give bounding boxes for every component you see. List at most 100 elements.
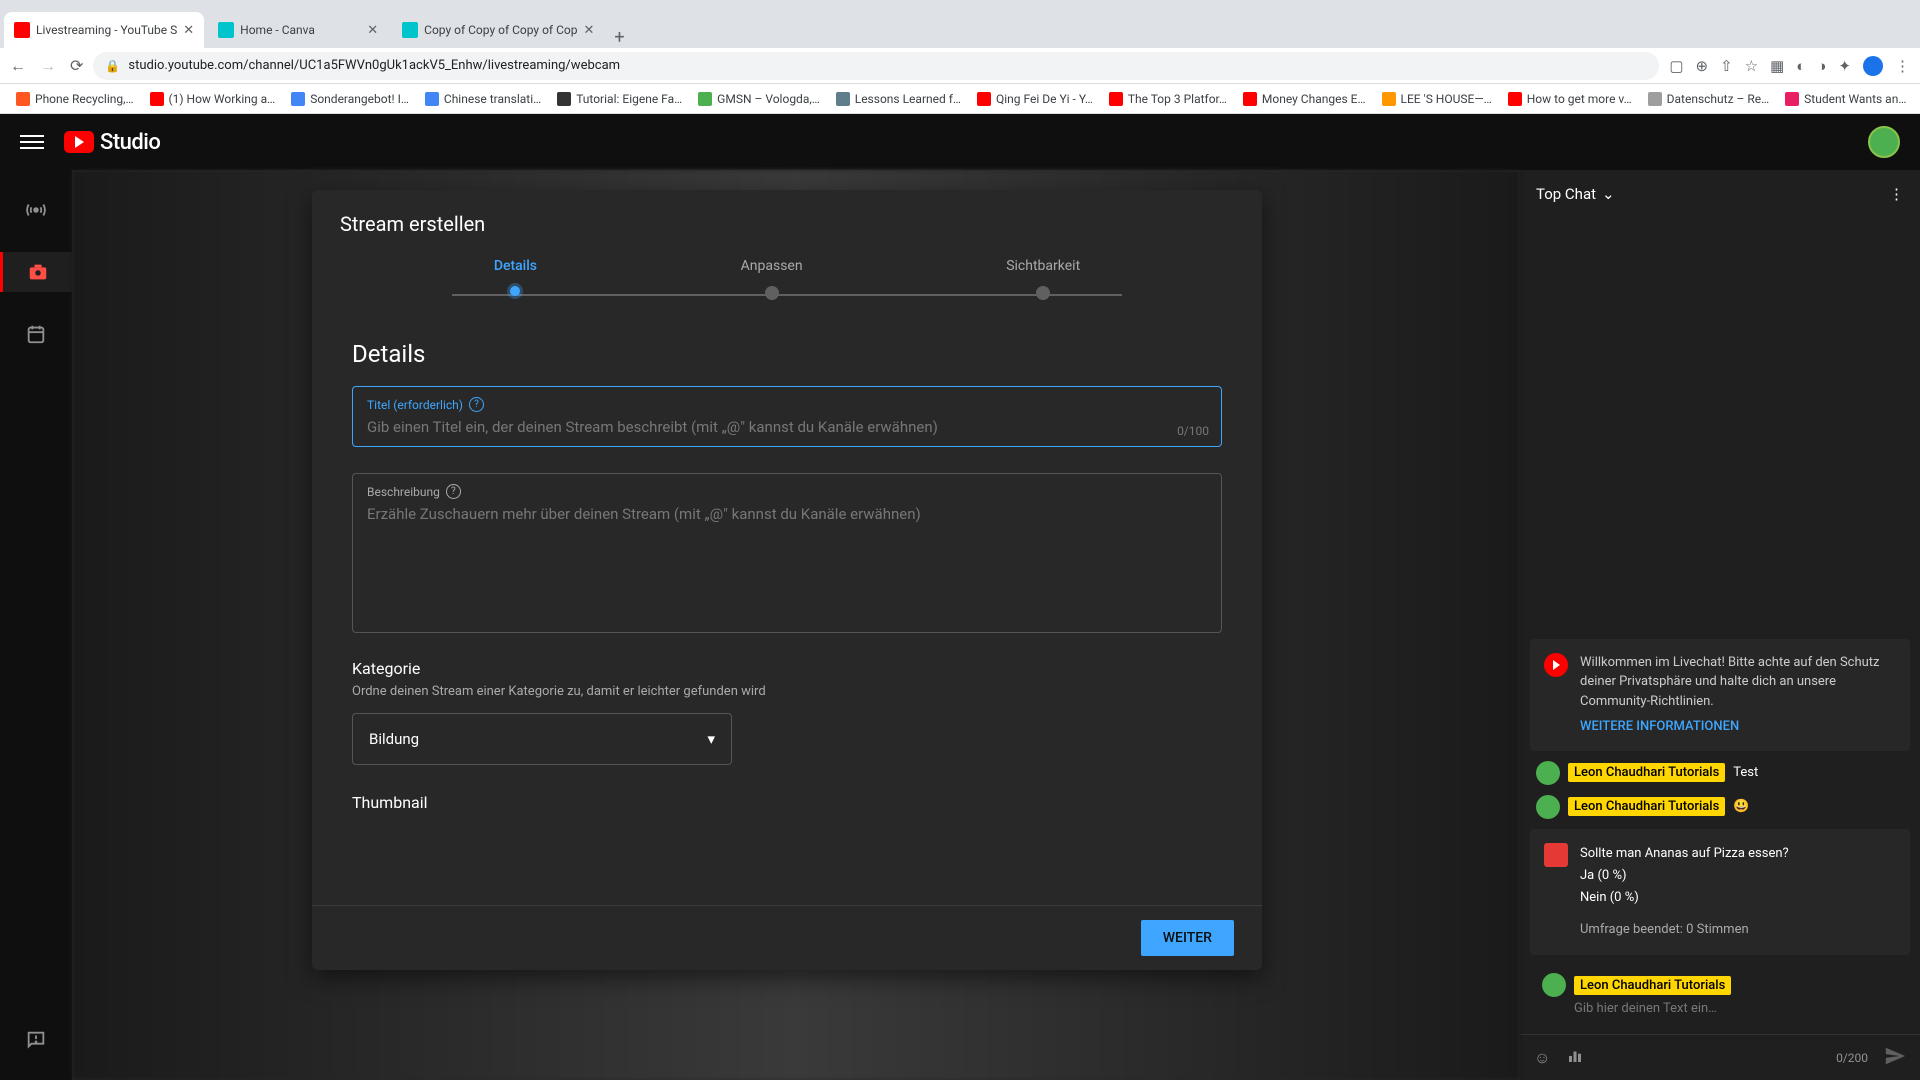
ext-icon[interactable]: ◑: [1817, 57, 1826, 75]
feedback-button[interactable]: [16, 1020, 56, 1060]
poll-question: Sollte man Ananas auf Pizza essen?: [1580, 843, 1789, 865]
chat-mode-toggle[interactable]: Top Chat ⌄: [1536, 185, 1615, 203]
close-icon[interactable]: ✕: [183, 23, 194, 38]
reload-button[interactable]: ⟳: [70, 56, 83, 76]
favicon: [1785, 92, 1799, 106]
forward-button[interactable]: →: [40, 56, 56, 76]
thumbnail-heading: Thumbnail: [352, 793, 1222, 812]
title-input[interactable]: [367, 418, 1207, 436]
category-select[interactable]: Bildung ▾: [352, 713, 732, 765]
profile-icon[interactable]: [1863, 56, 1883, 76]
bookmark[interactable]: LEE 'S HOUSE—…: [1376, 92, 1498, 106]
youtube-play-icon: [64, 131, 94, 153]
youtube-studio-app: Studio Stream erstellen: [0, 114, 1920, 1080]
bookmark[interactable]: (1) How Working a…: [144, 92, 282, 106]
title-field[interactable]: Titel (erforderlich) ? 0/100: [352, 386, 1222, 447]
bookmark[interactable]: Chinese translati…: [419, 92, 547, 106]
left-nav: [0, 170, 72, 1080]
title-label: Titel (erforderlich) ?: [367, 397, 1207, 412]
ext-icon[interactable]: ◐: [1796, 57, 1805, 75]
url-text: studio.youtube.com/channel/UC1a5FWVn0gUk…: [128, 58, 620, 73]
emoji-button[interactable]: ☺: [1534, 1048, 1550, 1068]
next-button[interactable]: WEITER: [1141, 920, 1234, 956]
bookmark[interactable]: Tutorial: Eigene Fa…: [551, 92, 688, 106]
video-icon[interactable]: ▢: [1669, 57, 1683, 75]
account-avatar[interactable]: [1868, 126, 1900, 158]
favicon: [836, 92, 850, 106]
browser-tab[interactable]: Copy of Copy of Copy of Cop ✕: [392, 12, 604, 48]
chat-message: Leon Chaudhari Tutorials Test: [1530, 761, 1910, 785]
bookmark[interactable]: Datenschutz – Re…: [1642, 92, 1776, 106]
logo-text: Studio: [100, 130, 160, 155]
bookmark[interactable]: GMSN – Vologda,…: [692, 92, 826, 106]
menu-icon[interactable]: ⋮: [1895, 57, 1910, 75]
send-button[interactable]: [1884, 1045, 1906, 1071]
details-heading: Details: [352, 340, 1222, 368]
category-value: Bildung: [369, 730, 419, 748]
studio-logo[interactable]: Studio: [64, 130, 160, 155]
help-icon[interactable]: ?: [469, 397, 484, 412]
bookmark[interactable]: Lessons Learned f…: [830, 92, 967, 106]
chat-input-area: Leon Chaudhari Tutorials Gib hier deinen…: [1530, 965, 1910, 1024]
calendar-icon: [25, 323, 47, 345]
favicon: [291, 92, 305, 106]
chevron-down-icon: ▾: [707, 730, 715, 748]
favicon: [1648, 92, 1662, 106]
poll-option[interactable]: Ja (0 %): [1580, 865, 1789, 887]
canva-icon: [218, 22, 234, 38]
main-content: Stream erstellen Details Anpassen Sichtb…: [72, 170, 1520, 1080]
create-stream-dialog: Stream erstellen Details Anpassen Sichtb…: [312, 190, 1262, 970]
step-dot-icon: [510, 286, 520, 296]
bookmark[interactable]: Student Wants an…: [1779, 92, 1912, 106]
bookmark[interactable]: Qing Fei De Yi - Y…: [971, 92, 1099, 106]
poll-option[interactable]: Nein (0 %): [1580, 887, 1789, 909]
nav-manage[interactable]: [16, 314, 56, 354]
step-details[interactable]: Details: [494, 258, 537, 296]
broadcast-icon: [25, 199, 47, 221]
address-bar[interactable]: 🔒 studio.youtube.com/channel/UC1a5FWVn0g…: [93, 52, 1659, 80]
favicon: [150, 92, 164, 106]
close-icon[interactable]: ✕: [367, 23, 378, 38]
bookmark[interactable]: The Top 3 Platfor…: [1103, 92, 1233, 106]
close-icon[interactable]: ✕: [583, 23, 594, 38]
poll-button[interactable]: [1566, 1047, 1584, 1069]
bookmark[interactable]: Phone Recycling,…: [10, 92, 140, 106]
nav-webcam[interactable]: [0, 252, 72, 292]
browser-tab[interactable]: Home - Canva ✕: [208, 12, 388, 48]
favicon: [425, 92, 439, 106]
step-visibility[interactable]: Sichtbarkeit: [1006, 258, 1080, 300]
welcome-link[interactable]: WEITERE INFORMATIONEN: [1580, 717, 1896, 737]
author-badge[interactable]: Leon Chaudhari Tutorials: [1568, 797, 1725, 816]
browser-tab-active[interactable]: Livestreaming - YouTube S ✕: [4, 12, 204, 48]
avatar[interactable]: [1536, 761, 1560, 785]
help-icon[interactable]: ?: [446, 484, 461, 499]
title-char-count: 0/100: [1177, 424, 1209, 438]
app-header: Studio: [0, 114, 1920, 170]
chat-message: Leon Chaudhari Tutorials 😃: [1530, 795, 1910, 819]
back-button[interactable]: ←: [10, 56, 26, 76]
star-icon[interactable]: ☆: [1745, 57, 1758, 75]
hamburger-menu-button[interactable]: [20, 130, 44, 154]
ext-icon[interactable]: ▦: [1770, 57, 1784, 75]
chevron-down-icon: ⌄: [1602, 185, 1615, 203]
favicon: [977, 92, 991, 106]
new-tab-button[interactable]: +: [604, 27, 634, 48]
step-customize[interactable]: Anpassen: [741, 258, 803, 300]
description-field[interactable]: Beschreibung ?: [352, 473, 1222, 633]
bookmark[interactable]: (2) How To Add A…: [1916, 92, 1920, 106]
chat-input[interactable]: Gib hier deinen Text ein…: [1542, 1001, 1898, 1016]
chat-menu-button[interactable]: ⋮: [1889, 185, 1904, 203]
puzzle-icon[interactable]: ✦: [1838, 57, 1851, 75]
bookmark[interactable]: How to get more v…: [1502, 92, 1638, 106]
description-input[interactable]: [367, 505, 1207, 523]
live-chat-panel: Top Chat ⌄ ⋮ Willkommen im Livechat! Bit…: [1520, 170, 1920, 1080]
nav-stream[interactable]: [16, 190, 56, 230]
bookmark[interactable]: Money Changes E…: [1237, 92, 1372, 106]
share-icon[interactable]: ⇧: [1720, 57, 1733, 75]
zoom-icon[interactable]: ⊕: [1696, 57, 1709, 75]
bookmark[interactable]: Sonderangebot! I…: [285, 92, 415, 106]
avatar[interactable]: [1536, 795, 1560, 819]
tab-title: Copy of Copy of Copy of Cop: [424, 23, 577, 37]
author-badge[interactable]: Leon Chaudhari Tutorials: [1568, 763, 1725, 782]
dialog-title: Stream erstellen: [312, 190, 1262, 258]
